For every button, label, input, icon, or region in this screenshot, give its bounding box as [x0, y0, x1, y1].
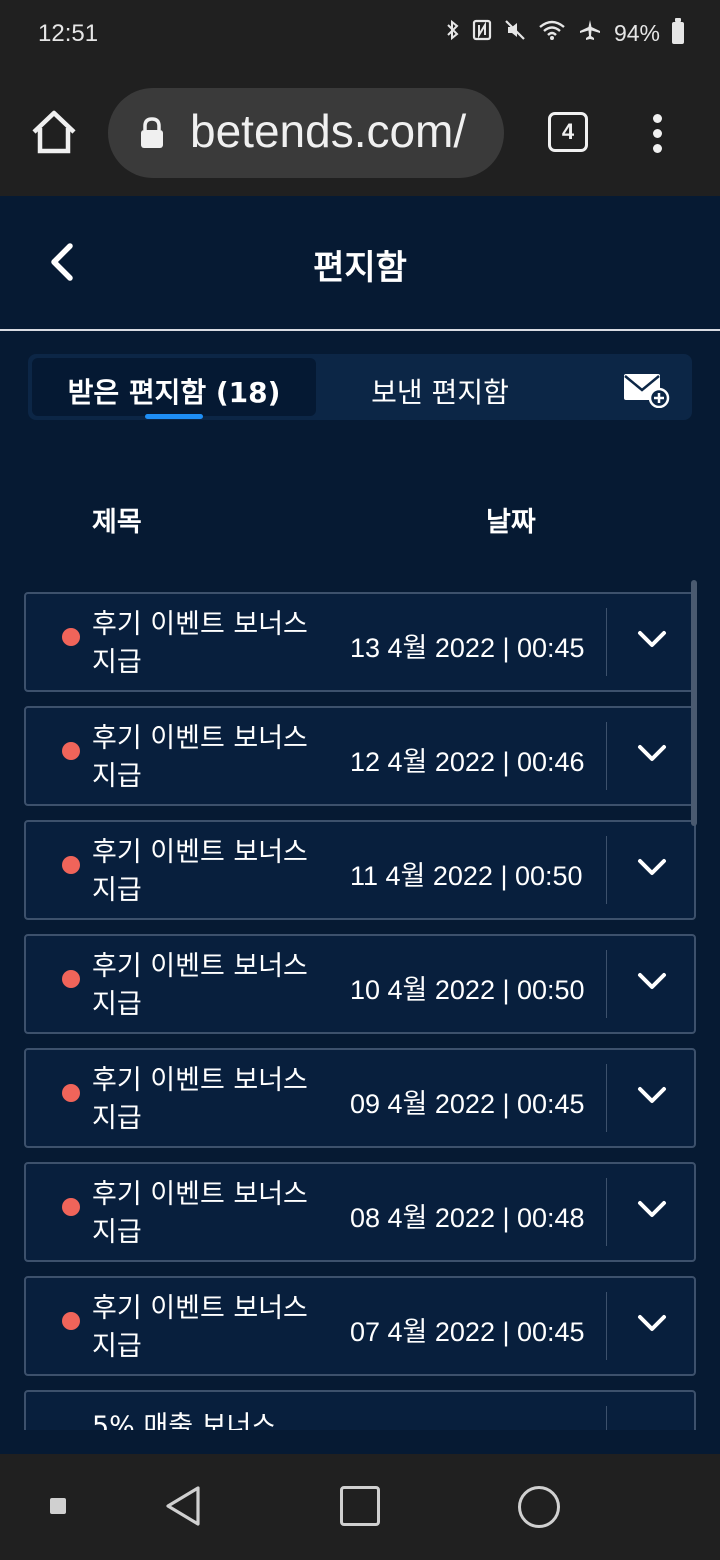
message-subject: 5% 매출 보너스	[92, 1411, 277, 1430]
message-subject: 후기 이벤트 보너스 지급	[92, 1293, 308, 1362]
unread-dot	[62, 970, 80, 988]
message-subject: 후기 이벤트 보너스 지급	[92, 951, 308, 1020]
row-divider	[606, 722, 607, 790]
unread-dot	[62, 1198, 80, 1216]
active-tab-indicator	[145, 414, 203, 419]
message-date: 07 4월 2022 | 00:45	[350, 1317, 585, 1347]
list-scrollbar[interactable]	[691, 580, 697, 826]
bluetooth-icon	[446, 19, 460, 47]
message-date: 08 4월 2022 | 00:48	[350, 1203, 585, 1233]
wifi-icon	[538, 19, 566, 47]
column-header-subject: 제목	[92, 507, 142, 538]
message-subject: 후기 이벤트 보너스 지급	[92, 1179, 308, 1248]
address-bar[interactable]: betends.com/	[108, 88, 504, 178]
message-date: 13 4월 2022 | 00:45	[350, 633, 585, 663]
unread-dot	[62, 742, 80, 760]
chevron-down-icon[interactable]	[636, 742, 668, 764]
message-row[interactable]: 5% 매출 보너스	[24, 1390, 696, 1430]
tab-inbox[interactable]: 받은 편지함 (18)	[32, 358, 316, 419]
tab-switcher-button[interactable]: 4	[548, 112, 588, 152]
home-button[interactable]	[28, 106, 80, 158]
row-divider	[606, 1292, 607, 1360]
message-date: 10 4월 2022 | 00:50	[350, 975, 585, 1005]
message-date: 09 4월 2022 | 00:45	[350, 1089, 585, 1119]
unread-dot	[62, 628, 80, 646]
message-row[interactable]: 후기 이벤트 보너스 지급 12 4월 2022 | 00:46	[24, 706, 696, 806]
status-icons: 94%	[446, 18, 684, 48]
unread-dot	[62, 1312, 80, 1330]
message-subject: 후기 이벤트 보너스 지급	[92, 609, 308, 678]
tab-inbox-label: 받은 편지함 (18)	[67, 376, 281, 409]
nav-back-icon[interactable]	[162, 1484, 204, 1528]
chevron-down-icon[interactable]	[636, 970, 668, 992]
nav-menu-icon[interactable]	[50, 1498, 66, 1514]
row-divider	[606, 1064, 607, 1132]
message-subject: 후기 이벤트 보너스 지급	[92, 837, 308, 906]
chevron-down-icon[interactable]	[636, 856, 668, 878]
message-subject: 후기 이벤트 보너스 지급	[92, 723, 308, 792]
row-divider	[606, 608, 607, 676]
message-subject: 후기 이벤트 보너스 지급	[92, 1065, 308, 1134]
row-divider	[606, 836, 607, 904]
more-menu-button[interactable]	[650, 114, 664, 154]
column-header-date: 날짜	[486, 507, 536, 538]
status-bar: 12:51 94%	[0, 0, 720, 72]
tab-sent-label: 보낸 편지함	[371, 376, 509, 409]
row-divider	[606, 1406, 607, 1430]
chevron-down-icon[interactable]	[636, 1198, 668, 1220]
message-date: 11 4월 2022 | 00:50	[350, 861, 583, 891]
battery-percent: 94%	[613, 19, 660, 46]
battery-icon	[672, 18, 684, 44]
row-divider	[606, 1178, 607, 1246]
row-divider	[606, 950, 607, 1018]
url-text: betends.com/	[190, 105, 467, 157]
unread-dot	[62, 1084, 80, 1102]
message-row[interactable]: 후기 이벤트 보너스 지급 11 4월 2022 | 00:50	[24, 820, 696, 920]
screen: 12:51 94% betends.com/ 4 편지함 받은 편지함 (18)…	[0, 0, 720, 1560]
status-time: 12:51	[38, 20, 99, 47]
airplane-icon	[578, 18, 602, 48]
unread-dot	[62, 856, 80, 874]
message-list: 후기 이벤트 보너스 지급 13 4월 2022 | 00:45 후기 이벤트 …	[0, 580, 720, 1430]
nav-home-icon[interactable]	[340, 1486, 380, 1526]
tab-sent[interactable]: 보낸 편지함	[330, 358, 550, 416]
system-nav-bar	[0, 1454, 720, 1560]
mailbox-tabs: 받은 편지함 (18) 보낸 편지함	[28, 354, 692, 420]
message-row[interactable]: 후기 이벤트 보너스 지급 10 4월 2022 | 00:50	[24, 934, 696, 1034]
compose-mail-icon	[624, 374, 670, 409]
chevron-down-icon[interactable]	[636, 1312, 668, 1334]
message-row[interactable]: 후기 이벤트 보너스 지급 13 4월 2022 | 00:45	[24, 592, 696, 692]
list-bottom-edge	[0, 1430, 720, 1454]
page-title: 편지함	[313, 248, 407, 288]
chevron-down-icon[interactable]	[636, 1084, 668, 1106]
message-row[interactable]: 후기 이벤트 보너스 지급 07 4월 2022 | 00:45	[24, 1276, 696, 1376]
mute-icon	[504, 19, 526, 47]
message-row[interactable]: 후기 이벤트 보너스 지급 09 4월 2022 | 00:45	[24, 1048, 696, 1148]
lock-icon	[141, 117, 163, 148]
nfc-icon	[472, 19, 492, 47]
compose-message-button[interactable]	[622, 368, 670, 409]
chevron-down-icon[interactable]	[636, 628, 668, 650]
home-icon	[32, 110, 76, 154]
browser-toolbar: betends.com/ 4	[0, 72, 720, 196]
message-date: 12 4월 2022 | 00:46	[350, 747, 585, 777]
message-row[interactable]: 후기 이벤트 보너스 지급 08 4월 2022 | 00:48	[24, 1162, 696, 1262]
nav-recents-icon[interactable]	[518, 1486, 560, 1528]
app-header: 편지함	[0, 196, 720, 331]
